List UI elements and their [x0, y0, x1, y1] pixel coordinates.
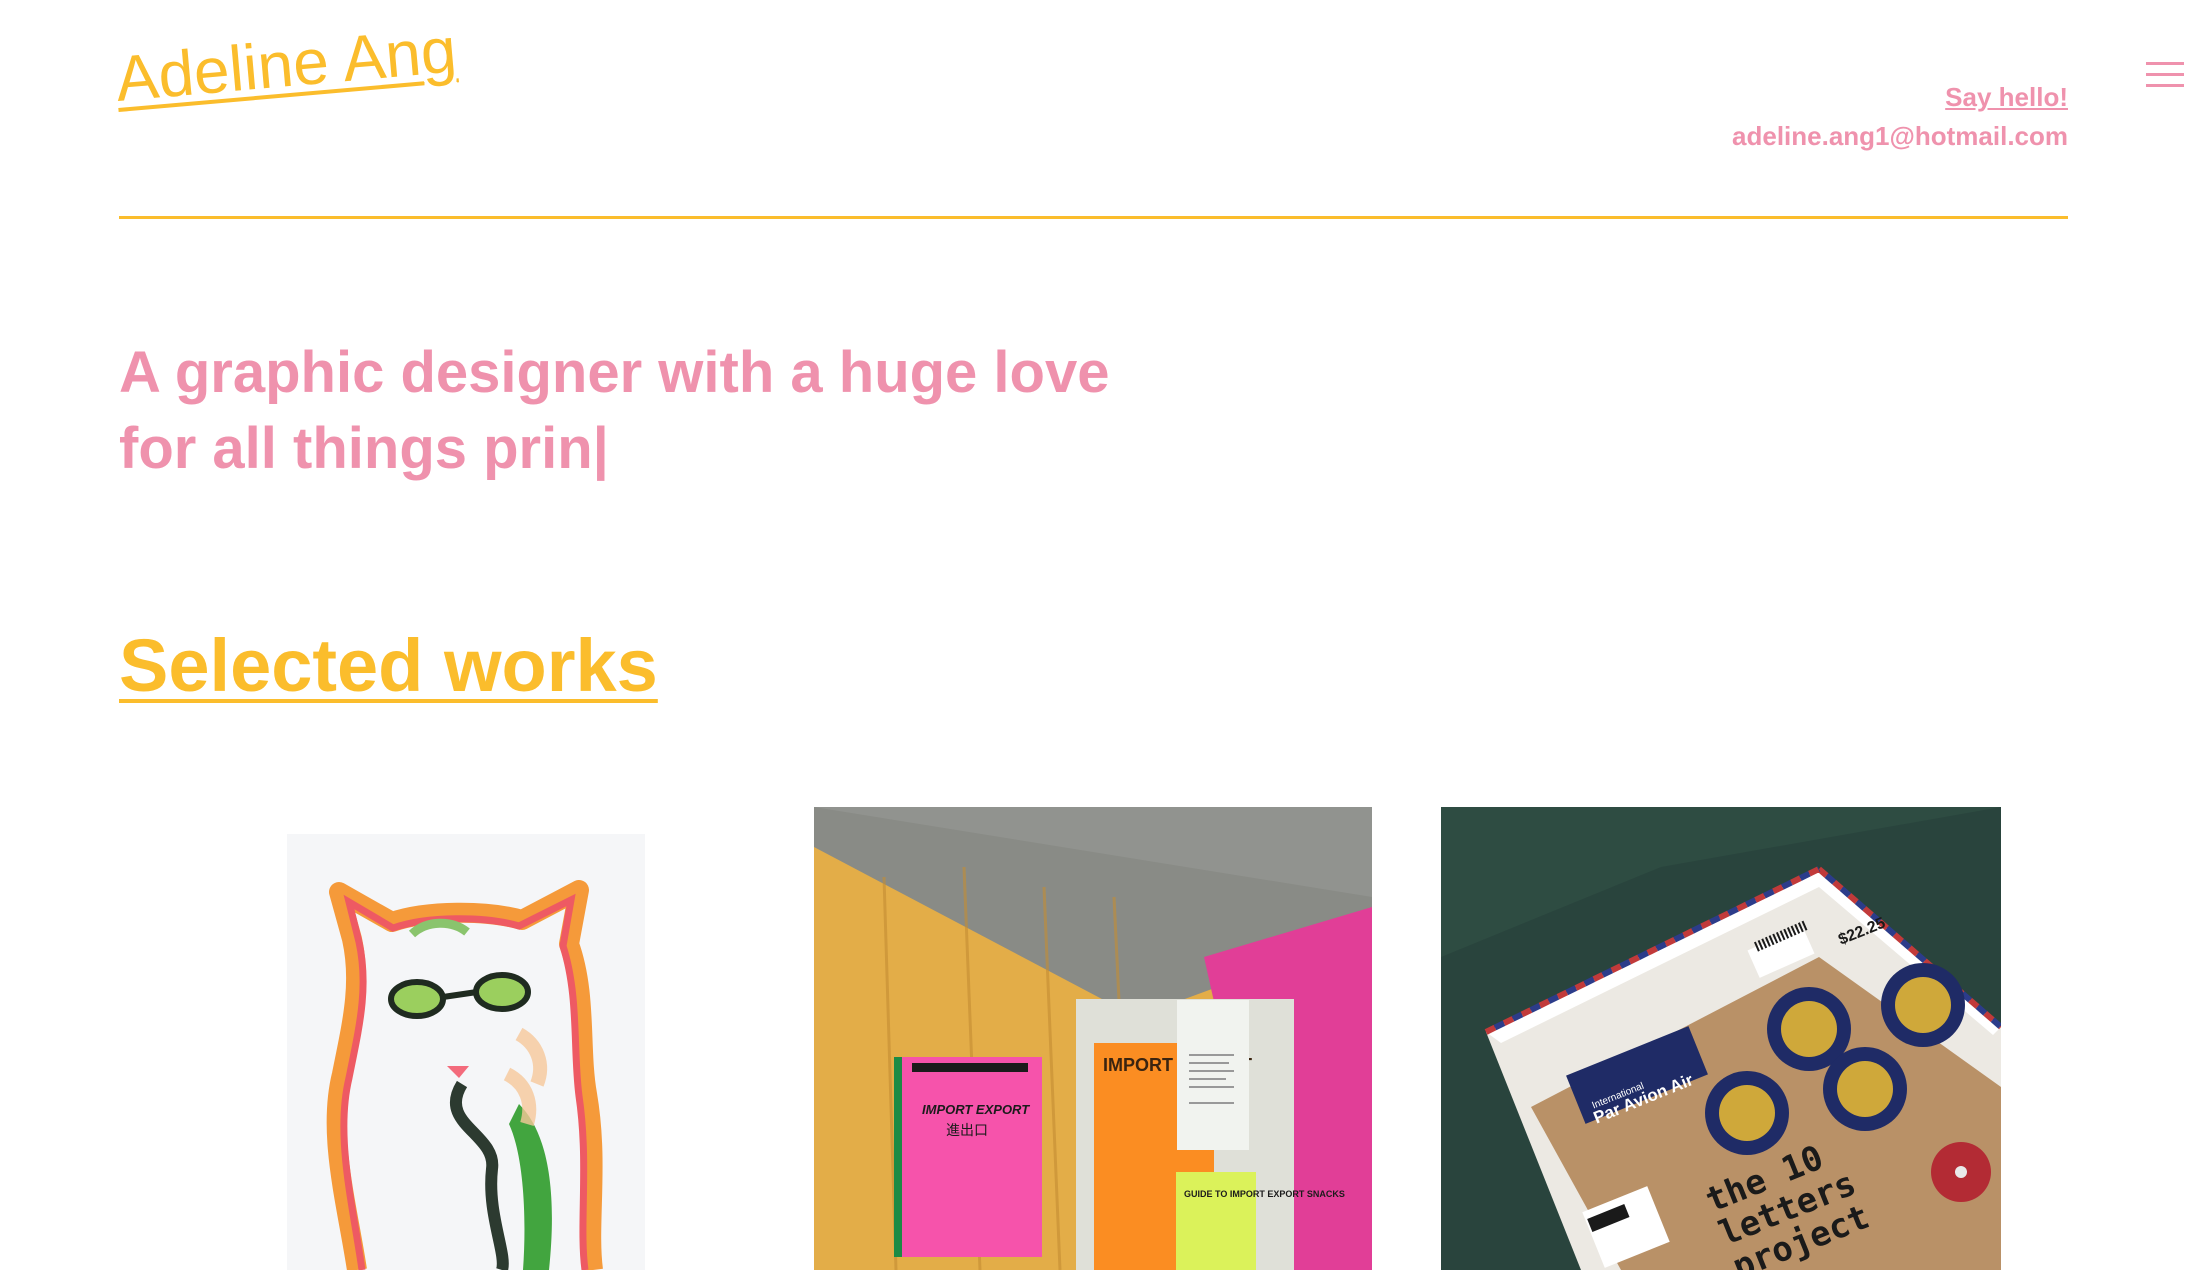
ten-letters-project-image: $22.25 International Par Avion Air the 1…	[1441, 807, 2001, 1270]
work-card-cat-illustration[interactable]	[287, 834, 645, 1270]
work-card-10-letters-project[interactable]: $22.25 International Par Avion Air the 1…	[1441, 807, 2001, 1270]
selected-works-heading[interactable]: Selected works	[119, 623, 658, 708]
hamburger-menu-icon[interactable]	[2146, 62, 2184, 92]
svg-text:進出口: 進出口	[946, 1122, 988, 1138]
hero-tagline: A graphic designer with a huge love for …	[119, 335, 1219, 487]
tagline-line-2: for all things prin|	[119, 416, 609, 481]
tagline-line-1: A graphic designer with a huge love	[119, 340, 1110, 405]
say-hello-link[interactable]: Say hello!	[1732, 78, 2068, 117]
work-card-import-export[interactable]: IMPORT EXPORT 進出口 IMPORT EXPORT GUIDE TO…	[814, 807, 1372, 1270]
import-export-image: IMPORT EXPORT 進出口 IMPORT EXPORT GUIDE TO…	[814, 807, 1372, 1270]
header-divider	[119, 216, 2068, 219]
contact-block: Say hello! adeline.ang1@hotmail.com	[1732, 78, 2068, 156]
email-link[interactable]: adeline.ang1@hotmail.com	[1732, 117, 2068, 156]
cat-illustration-image	[287, 834, 645, 1270]
svg-text:GUIDE TO IMPORT EXPORT SNACKS: GUIDE TO IMPORT EXPORT SNACKS	[1184, 1189, 1345, 1199]
logo-link[interactable]: Adeline Ang	[113, 13, 460, 116]
svg-text:IMPORT EXPORT: IMPORT EXPORT	[922, 1102, 1030, 1117]
